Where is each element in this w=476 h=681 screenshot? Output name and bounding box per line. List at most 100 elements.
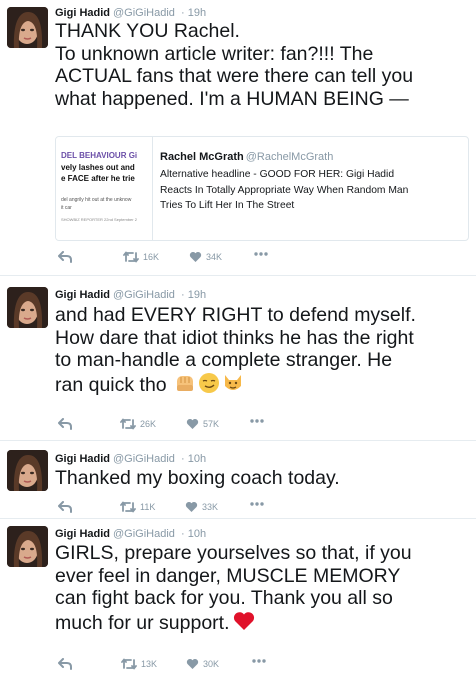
tweet-header: Gigi Hadid @GiGiHadid · 19h	[55, 289, 206, 301]
tweet-4: Gigi Hadid @GiGiHadid · 10h GIRLS, prepar…	[0, 519, 476, 681]
avatar[interactable]	[7, 7, 48, 48]
tweet-header: Gigi Hadid @GiGiHadid · 10h	[55, 453, 206, 465]
thumb-line: del angrily hit out at the unknow	[61, 197, 132, 203]
heart-icon	[189, 251, 202, 262]
display-name[interactable]: Gigi Hadid	[55, 7, 110, 19]
like-count: 30K	[203, 659, 220, 669]
retweet-button[interactable]: 16K	[123, 251, 159, 263]
reply-icon	[58, 501, 72, 513]
tweet-text-line: much for ur support.	[55, 610, 470, 638]
retweet-icon	[123, 251, 139, 263]
display-name[interactable]: Gigi Hadid	[55, 453, 110, 465]
retweet-button[interactable]: 13K	[121, 658, 157, 670]
avatar[interactable]	[7, 526, 48, 567]
more-icon	[250, 502, 264, 506]
tweet-text-line: ACTUAL fans that were there can tell you	[55, 65, 414, 88]
reply-button[interactable]	[58, 418, 72, 430]
reply-button[interactable]	[58, 658, 72, 670]
retweet-count: 13K	[141, 659, 158, 669]
more-icon	[252, 659, 266, 663]
tweet-3: Gigi Hadid @GiGiHadid · 10h Thanked my bo…	[0, 441, 476, 519]
reply-button[interactable]	[58, 501, 72, 513]
avatar[interactable]	[7, 287, 48, 328]
thumb-line: e FACE after he trie	[61, 174, 135, 183]
like-button[interactable]: 30K	[186, 658, 219, 670]
avatar[interactable]	[7, 450, 48, 491]
reply-icon	[58, 251, 72, 263]
display-name[interactable]: Gigi Hadid	[55, 528, 110, 540]
quoted-text-line: Alternative headline - GOOD FOR HER: Gig…	[160, 169, 395, 180]
tweet-text-line: GIRLS, prepare yourselves so that, if yo…	[55, 542, 412, 564]
tweet-text-line: ran quick tho	[55, 372, 470, 400]
retweet-icon	[120, 501, 136, 513]
tweet-text-line: Thanked my boxing coach today.	[55, 467, 340, 489]
timestamp[interactable]: · 10h	[181, 453, 206, 465]
tweet-text-line: THANK YOU Rachel.	[55, 20, 240, 42]
more-button[interactable]	[249, 501, 265, 507]
like-button[interactable]: 34K	[189, 251, 222, 263]
quoted-text-line: Tries To Lift Her In The Street	[160, 200, 295, 211]
tweet-text: Thanked my boxing coach today.	[55, 467, 470, 490]
heart-icon	[186, 418, 199, 429]
more-icon	[250, 419, 264, 423]
retweet-count: 26K	[140, 419, 157, 429]
thumb-line: vely lashes out and	[61, 163, 135, 172]
handle[interactable]: @GiGiHadid	[113, 528, 175, 540]
tweet-text: THANK YOU Rachel. To unknown article wri…	[55, 20, 470, 110]
quoted-header: Rachel McGrath @RachelMcGrath	[160, 151, 333, 163]
more-button[interactable]	[249, 418, 265, 424]
tweet-text-line: to man-handle a complete stranger. He	[55, 349, 393, 372]
tweet-text-segment: ran quick tho	[55, 373, 167, 396]
article-thumbnail: DEL BEHAVIOUR Gi vely lashes out and e F…	[56, 137, 153, 240]
quoted-display-name[interactable]: Rachel McGrath	[160, 151, 244, 163]
quoted-text-line: Reacts In Totally Appropriate Way When R…	[160, 184, 409, 196]
like-count: 33K	[202, 502, 219, 512]
smirk-emoji	[198, 372, 220, 400]
more-button[interactable]	[251, 658, 267, 664]
more-icon	[254, 252, 268, 256]
retweet-button[interactable]: 26K	[120, 418, 156, 430]
retweet-count: 16K	[143, 252, 160, 262]
quoted-handle[interactable]: @RachelMcGrath	[246, 151, 334, 163]
handle[interactable]: @GiGiHadid	[113, 289, 175, 301]
cat-emoji	[222, 372, 244, 400]
handle[interactable]: @GiGiHadid	[113, 7, 175, 19]
like-button[interactable]: 33K	[185, 501, 218, 513]
reply-icon	[58, 418, 72, 430]
tweet-2: Gigi Hadid @GiGiHadid · 19h and had EVERY…	[0, 282, 476, 441]
reply-icon	[58, 658, 72, 670]
like-count: 34K	[206, 252, 223, 262]
timestamp[interactable]: · 19h	[181, 7, 206, 19]
tweet-text-line: and had EVERY RIGHT to defend myself.	[55, 304, 416, 326]
thumb-line: SHOWBIZ REPORTER 22nd September 2	[61, 217, 137, 222]
thumb-line: DEL BEHAVIOUR Gi	[61, 151, 138, 160]
tweet-1: Gigi Hadid @GiGiHadid · 19h THANK YOU Rac…	[0, 0, 476, 276]
thumb-line: it car	[61, 205, 72, 211]
heart-emoji	[232, 610, 256, 638]
tweet-text-line: How dare that idiot thinks he has the ri…	[55, 326, 414, 349]
retweet-button[interactable]: 11K	[120, 501, 155, 513]
more-button[interactable]	[253, 251, 269, 257]
tweet-header: Gigi Hadid @GiGiHadid · 10h	[55, 528, 206, 540]
fist-emoji	[174, 372, 196, 400]
tweet-header: Gigi Hadid @GiGiHadid · 19h	[55, 7, 206, 19]
timestamp[interactable]: · 10h	[181, 528, 206, 540]
tweet-text: GIRLS, prepare yourselves so that, if yo…	[55, 542, 470, 637]
heart-icon	[185, 501, 198, 512]
like-count: 57K	[203, 419, 220, 429]
reply-button[interactable]	[58, 251, 72, 263]
handle[interactable]: @GiGiHadid	[113, 453, 175, 465]
tweet-text-segment: much for ur support.	[55, 611, 230, 634]
tweet-text-line: can fight back for you. Thank you all so	[55, 587, 393, 610]
display-name[interactable]: Gigi Hadid	[55, 289, 110, 301]
retweet-icon	[121, 658, 137, 670]
like-button[interactable]: 57K	[186, 418, 219, 430]
retweet-count: 11K	[140, 502, 156, 512]
tweet-text-line: To unknown article writer: fan?!!! The	[55, 42, 374, 65]
retweet-icon	[120, 418, 136, 430]
tweet-text-line: ever feel in danger, MUSCLE MEMORY	[55, 564, 401, 587]
tweet-text: and had EVERY RIGHT to defend myself. Ho…	[55, 304, 470, 399]
timestamp[interactable]: · 19h	[181, 289, 206, 301]
tweet-text-line: what happened. I'm a HUMAN BEING —	[55, 87, 409, 110]
quoted-tweet-card[interactable]: DEL BEHAVIOUR Gi vely lashes out and e F…	[55, 136, 469, 241]
